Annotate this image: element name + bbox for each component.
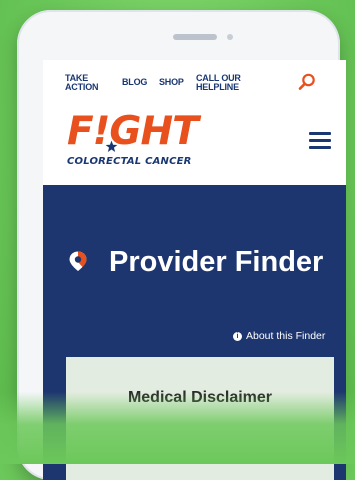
bottom-fade-overlay — [0, 392, 355, 464]
logo-subtitle: COLORECTAL CANCER — [67, 156, 192, 167]
location-pin-icon — [69, 251, 87, 271]
about-finder-link[interactable]: i About this Finder — [233, 330, 325, 342]
about-finder-label: About this Finder — [246, 330, 326, 342]
search-icon[interactable] — [297, 72, 317, 92]
info-icon: i — [233, 331, 242, 341]
phone-camera — [227, 34, 233, 40]
logo-wordmark[interactable]: F!GHT — [67, 112, 199, 152]
hamburger-menu-icon[interactable] — [309, 132, 331, 150]
phone-speaker — [173, 34, 217, 40]
nav-blog[interactable]: BLOG — [122, 78, 147, 87]
page-title: Provider Finder — [109, 246, 324, 278]
nav-shop[interactable]: SHOP — [159, 78, 184, 87]
nav-call-helpline[interactable]: CALL OUR HELPLINE — [196, 74, 246, 92]
nav-take-action[interactable]: TAKE ACTION — [65, 74, 105, 92]
top-nav: TAKE ACTION BLOG SHOP CALL OUR HELPLINE — [43, 60, 346, 100]
star-icon — [105, 140, 118, 152]
